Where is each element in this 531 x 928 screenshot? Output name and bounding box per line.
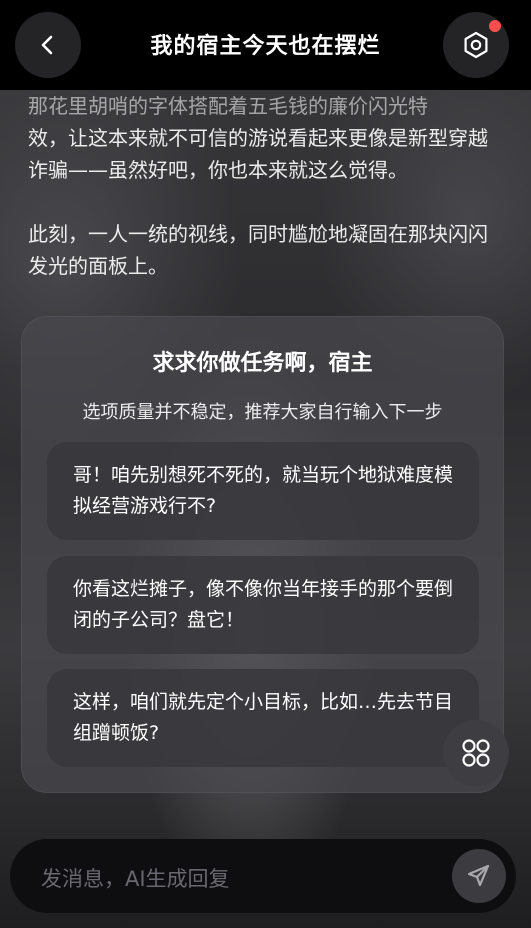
story-paragraph-2: 此刻，一人一统的视线，同时尴尬地凝固在那块闪闪发光的面板上。: [28, 222, 488, 278]
choice-panel: 求求你做任务啊，宿主 选项质量并不稳定，推荐大家自行输入下一步 哥！咱先别想死不…: [21, 316, 504, 793]
choice-option[interactable]: 你看这烂摊子，像不像你当年接手的那个要倒闭的子公司？盘它！: [47, 556, 479, 654]
send-button[interactable]: [452, 849, 506, 903]
hexagon-gear-icon: [464, 31, 488, 59]
chevron-left-icon: [41, 35, 53, 55]
choice-option-text: 哥！咱先别想死不死的，就当玩个地狱难度模拟经营游戏行不?: [73, 464, 454, 517]
choice-option-text: 你看这烂摊子，像不像你当年接手的那个要倒闭的子公司？盘它！: [73, 578, 454, 631]
back-button[interactable]: [15, 12, 81, 78]
menu-button[interactable]: [443, 720, 509, 786]
choice-option[interactable]: 这样，咱们就先定个小目标，比如…先去节目组蹭顿饭?: [47, 669, 479, 767]
choice-option[interactable]: 哥！咱先别想死不死的，就当玩个地狱难度模拟经营游戏行不?: [47, 442, 479, 540]
choice-panel-title: 求求你做任务啊，宿主: [152, 351, 373, 376]
paper-plane-icon: [467, 864, 490, 887]
settings-button[interactable]: [443, 12, 509, 78]
message-composer[interactable]: 发消息，AI生成回复: [10, 839, 516, 913]
message-input[interactable]: 发消息，AI生成回复: [41, 863, 230, 893]
choice-option-text: 这样，咱们就先定个小目标，比如…先去节目组蹭顿饭?: [73, 691, 454, 744]
top-bar: 我的宿主今天也在摆烂: [0, 0, 531, 90]
story-paragraph-1: 效，让这本来就不可信的游说看起来更像是新型穿越诈骗——虽然好吧，你也本来就这么觉…: [28, 126, 488, 182]
notification-dot: [489, 20, 501, 32]
choice-panel-subtitle: 选项质量并不稳定，推荐大家自行输入下一步: [82, 402, 443, 423]
grid-circles-icon: [462, 739, 490, 767]
page-title: 我的宿主今天也在摆烂: [150, 34, 381, 59]
story-line-faded: 那花里胡哨的字体搭配着五毛钱的廉价闪光特: [28, 94, 428, 118]
story-text: 那花里胡哨的字体搭配着五毛钱的廉价闪光特 效，让这本来就不可信的游说看起来更像是…: [28, 90, 498, 282]
